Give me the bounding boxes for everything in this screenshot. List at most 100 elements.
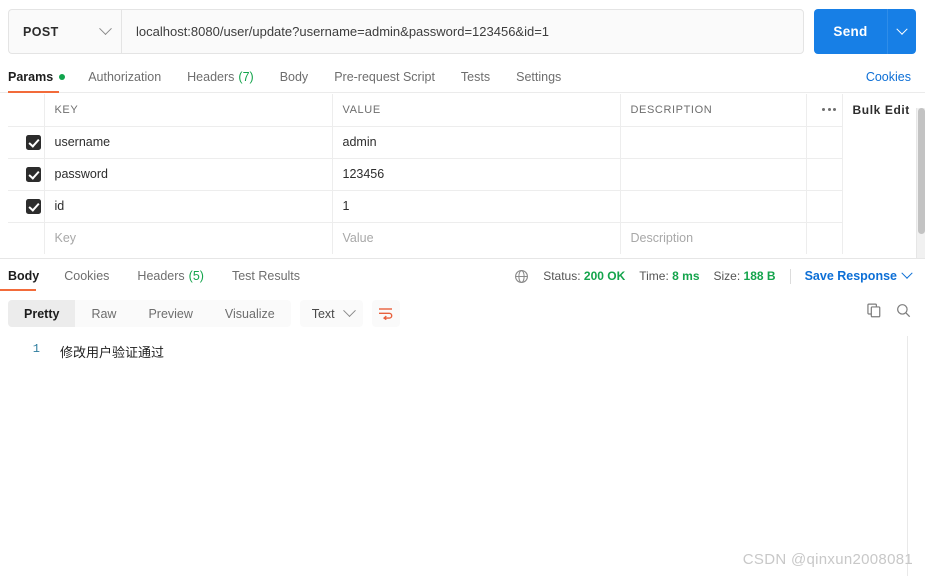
- line-number: 1: [32, 342, 40, 356]
- response-tab-test-results-label: Test Results: [231, 269, 301, 283]
- response-actions: [867, 303, 911, 318]
- row-spacer-end: [841, 222, 917, 254]
- table-row[interactable]: username admin: [8, 125, 917, 159]
- send-options-button[interactable]: [887, 9, 916, 54]
- checkbox-checked-icon[interactable]: [26, 198, 41, 214]
- view-preview-button[interactable]: Preview: [132, 300, 208, 327]
- header-value: VALUE: [331, 94, 621, 127]
- response-tab-headers[interactable]: Headers (5): [123, 261, 218, 291]
- response-body-viewer[interactable]: 1 修改用户验证通过: [0, 334, 925, 576]
- response-tab-body[interactable]: Body: [0, 261, 50, 291]
- bulk-edit-button[interactable]: Bulk Edit: [841, 94, 917, 126]
- response-format-toolbar: Pretty Raw Preview Visualize Text: [8, 300, 400, 327]
- checkbox-checked-icon[interactable]: [26, 134, 41, 150]
- params-scrollbar-thumb[interactable]: [918, 108, 925, 234]
- response-type-label: Text: [311, 306, 335, 321]
- params-table-area: KEY VALUE DESCRIPTION Bulk Edit username…: [0, 94, 925, 258]
- response-tab-cookies-label: Cookies: [64, 269, 110, 283]
- params-options-button[interactable]: [805, 94, 843, 126]
- new-description-input[interactable]: Description: [619, 221, 807, 254]
- tab-body-label: Body: [279, 70, 309, 84]
- panel-divider: [0, 258, 925, 259]
- response-tab-headers-label: Headers: [137, 269, 185, 283]
- row-description[interactable]: [619, 189, 807, 223]
- header-key: KEY: [43, 94, 333, 127]
- row-spacer: [805, 189, 843, 223]
- request-url-row: POST localhost:8080/user/update?username…: [0, 9, 925, 54]
- word-wrap-button[interactable]: [371, 300, 400, 327]
- save-response-button[interactable]: Save Response: [804, 267, 913, 283]
- row-checkbox-cell[interactable]: [8, 157, 44, 191]
- row-checkbox-cell-empty[interactable]: [8, 221, 44, 254]
- unsaved-dot-icon: [59, 74, 66, 80]
- row-spacer-end: [841, 126, 917, 158]
- time-group: Time: 8 ms: [639, 269, 699, 283]
- new-value-input[interactable]: Value: [331, 221, 621, 254]
- size-label: Size:: [713, 269, 741, 283]
- response-scrollbar-track[interactable]: [907, 336, 908, 576]
- table-row-empty[interactable]: Key Value Description: [8, 221, 917, 254]
- row-spacer: [805, 221, 843, 254]
- response-tab-body-label: Body: [8, 269, 40, 283]
- http-method-select[interactable]: POST: [8, 9, 121, 54]
- chevron-down-icon: [342, 304, 356, 318]
- row-value[interactable]: admin: [331, 125, 621, 159]
- tab-params[interactable]: Params: [8, 62, 75, 93]
- tab-pre-request-script-label: Pre-request Script: [334, 70, 435, 84]
- chevron-down-icon: [99, 22, 112, 36]
- response-tab-test-results[interactable]: Test Results: [218, 261, 314, 291]
- row-key[interactable]: username: [43, 125, 333, 159]
- watermark: CSDN @qinxun2008081: [742, 551, 913, 568]
- status-badge: 200 OK: [583, 269, 626, 283]
- row-description[interactable]: [619, 125, 807, 159]
- cookies-link[interactable]: Cookies: [866, 62, 911, 92]
- checkbox-checked-icon[interactable]: [26, 166, 41, 182]
- tab-headers[interactable]: Headers (7): [174, 62, 267, 92]
- row-key[interactable]: password: [43, 157, 333, 191]
- tab-settings[interactable]: Settings: [503, 62, 574, 92]
- row-checkbox-cell[interactable]: [8, 125, 44, 159]
- tab-authorization[interactable]: Authorization: [75, 62, 174, 92]
- row-value[interactable]: 123456: [331, 157, 621, 191]
- divider: [789, 268, 791, 284]
- params-table: KEY VALUE DESCRIPTION Bulk Edit username…: [8, 94, 917, 254]
- tab-settings-label: Settings: [516, 70, 562, 84]
- table-row[interactable]: password 123456: [8, 157, 917, 191]
- globe-icon: [515, 269, 529, 283]
- response-view-segmented: Pretty Raw Preview Visualize: [8, 300, 291, 327]
- header-description: DESCRIPTION: [619, 94, 807, 127]
- row-description[interactable]: [619, 157, 807, 191]
- params-table-header-row: KEY VALUE DESCRIPTION Bulk Edit: [8, 94, 917, 127]
- more-options-icon: [817, 108, 842, 112]
- tab-authorization-label: Authorization: [88, 70, 162, 84]
- header-checkbox-cell: [8, 94, 44, 127]
- tab-pre-request-script[interactable]: Pre-request Script: [321, 62, 448, 92]
- table-row[interactable]: id 1: [8, 189, 917, 223]
- tab-body[interactable]: Body: [267, 62, 322, 92]
- request-url-input[interactable]: localhost:8080/user/update?username=admi…: [121, 9, 804, 54]
- request-url-text: localhost:8080/user/update?username=admi…: [136, 24, 550, 39]
- view-visualize-button[interactable]: Visualize: [209, 300, 291, 327]
- view-pretty-button[interactable]: Pretty: [8, 300, 76, 327]
- search-icon[interactable]: [896, 303, 911, 318]
- request-tabs: Params Authorization Headers (7) Body Pr…: [0, 62, 925, 93]
- tab-headers-label: Headers: [187, 70, 235, 84]
- row-value[interactable]: 1: [331, 189, 621, 223]
- row-checkbox-cell[interactable]: [8, 189, 44, 223]
- view-raw-button[interactable]: Raw: [75, 300, 132, 327]
- params-scrollbar[interactable]: [916, 108, 925, 258]
- save-response-label: Save Response: [804, 269, 897, 283]
- response-type-select[interactable]: Text: [299, 300, 363, 327]
- row-spacer-end: [841, 158, 917, 190]
- new-key-input[interactable]: Key: [43, 221, 333, 254]
- send-button[interactable]: Send: [814, 9, 887, 54]
- copy-icon[interactable]: [867, 303, 882, 318]
- tab-tests[interactable]: Tests: [448, 62, 503, 92]
- status-group: Status: 200 OK: [543, 269, 625, 283]
- tab-params-label: Params: [8, 70, 54, 84]
- size-value: 188 B: [743, 269, 776, 283]
- row-key[interactable]: id: [43, 189, 333, 223]
- response-tab-cookies[interactable]: Cookies: [50, 261, 123, 291]
- time-value: 8 ms: [672, 269, 700, 283]
- response-meta: Status: 200 OK Time: 8 ms Size: 188 B Sa…: [514, 261, 925, 291]
